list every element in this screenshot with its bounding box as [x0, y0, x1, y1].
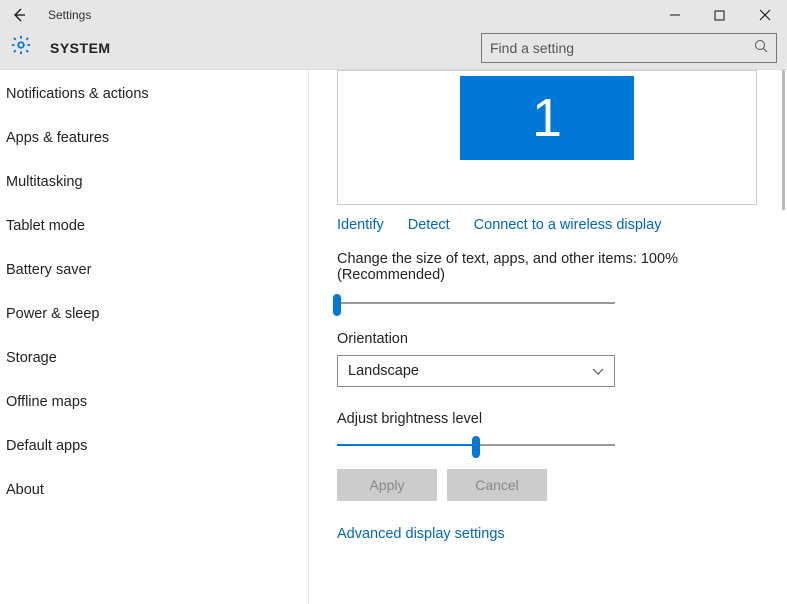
sidebar-item-notifications[interactable]: Notifications & actions	[0, 72, 308, 116]
monitor-1[interactable]: 1	[460, 76, 634, 160]
search-input[interactable]	[490, 40, 768, 56]
sidebar-item-battery-saver[interactable]: Battery saver	[0, 248, 308, 292]
orientation-label: Orientation	[337, 331, 757, 347]
maximize-button[interactable]	[697, 0, 742, 30]
sidebar-item-label: Storage	[6, 350, 57, 366]
advanced-display-link[interactable]: Advanced display settings	[337, 526, 505, 542]
search-icon	[754, 39, 768, 56]
search-box[interactable]	[481, 33, 777, 63]
detect-link[interactable]: Detect	[408, 217, 450, 233]
close-button[interactable]	[742, 0, 787, 30]
sidebar-item-offline-maps[interactable]: Offline maps	[0, 380, 308, 424]
gear-icon	[10, 34, 32, 61]
sidebar-item-label: Default apps	[6, 438, 87, 454]
chevron-down-icon	[592, 364, 604, 379]
brightness-slider[interactable]	[337, 435, 615, 455]
cancel-button[interactable]: Cancel	[447, 469, 547, 501]
slider-thumb[interactable]	[333, 294, 341, 316]
title-bar: Settings	[0, 0, 787, 30]
orientation-value: Landscape	[348, 363, 419, 379]
sidebar-item-label: Offline maps	[6, 394, 87, 410]
content-area: 1 Identify Detect Connect to a wireless …	[309, 70, 787, 604]
slider-fill	[337, 444, 476, 446]
apply-button[interactable]: Apply	[337, 469, 437, 501]
sidebar-item-default-apps[interactable]: Default apps	[0, 424, 308, 468]
sidebar-item-label: Battery saver	[6, 262, 91, 278]
minimize-button[interactable]	[652, 0, 697, 30]
sidebar-item-power-sleep[interactable]: Power & sleep	[0, 292, 308, 336]
connect-wireless-link[interactable]: Connect to a wireless display	[474, 217, 662, 233]
brightness-label: Adjust brightness level	[337, 411, 757, 427]
page-title: SYSTEM	[50, 40, 111, 56]
sidebar-item-apps[interactable]: Apps & features	[0, 116, 308, 160]
sidebar-item-storage[interactable]: Storage	[0, 336, 308, 380]
display-preview: 1	[337, 70, 757, 205]
sidebar-item-label: Notifications & actions	[6, 86, 149, 102]
button-row: Apply Cancel	[337, 469, 757, 501]
sidebar-item-label: Apps & features	[6, 130, 109, 146]
sidebar-item-about[interactable]: About	[0, 468, 308, 512]
display-action-links: Identify Detect Connect to a wireless di…	[337, 217, 757, 233]
slider-thumb[interactable]	[472, 436, 480, 458]
identify-link[interactable]: Identify	[337, 217, 384, 233]
monitor-number: 1	[532, 87, 562, 149]
window-controls	[652, 0, 787, 30]
scale-slider[interactable]	[337, 293, 615, 313]
window-title: Settings	[48, 8, 91, 22]
sidebar: Notifications & actions Apps & features …	[0, 70, 309, 604]
sidebar-item-label: Multitasking	[6, 174, 83, 190]
header: SYSTEM	[0, 30, 787, 70]
sidebar-item-tablet-mode[interactable]: Tablet mode	[0, 204, 308, 248]
sidebar-item-label: Power & sleep	[6, 306, 100, 322]
sidebar-item-multitasking[interactable]: Multitasking	[0, 160, 308, 204]
scale-label: Change the size of text, apps, and other…	[337, 251, 757, 283]
scrollbar[interactable]	[782, 70, 785, 210]
orientation-select[interactable]: Landscape	[337, 355, 615, 387]
back-button[interactable]	[0, 0, 38, 30]
sidebar-item-label: Tablet mode	[6, 218, 85, 234]
sidebar-item-label: About	[6, 482, 44, 498]
slider-track	[337, 302, 615, 304]
